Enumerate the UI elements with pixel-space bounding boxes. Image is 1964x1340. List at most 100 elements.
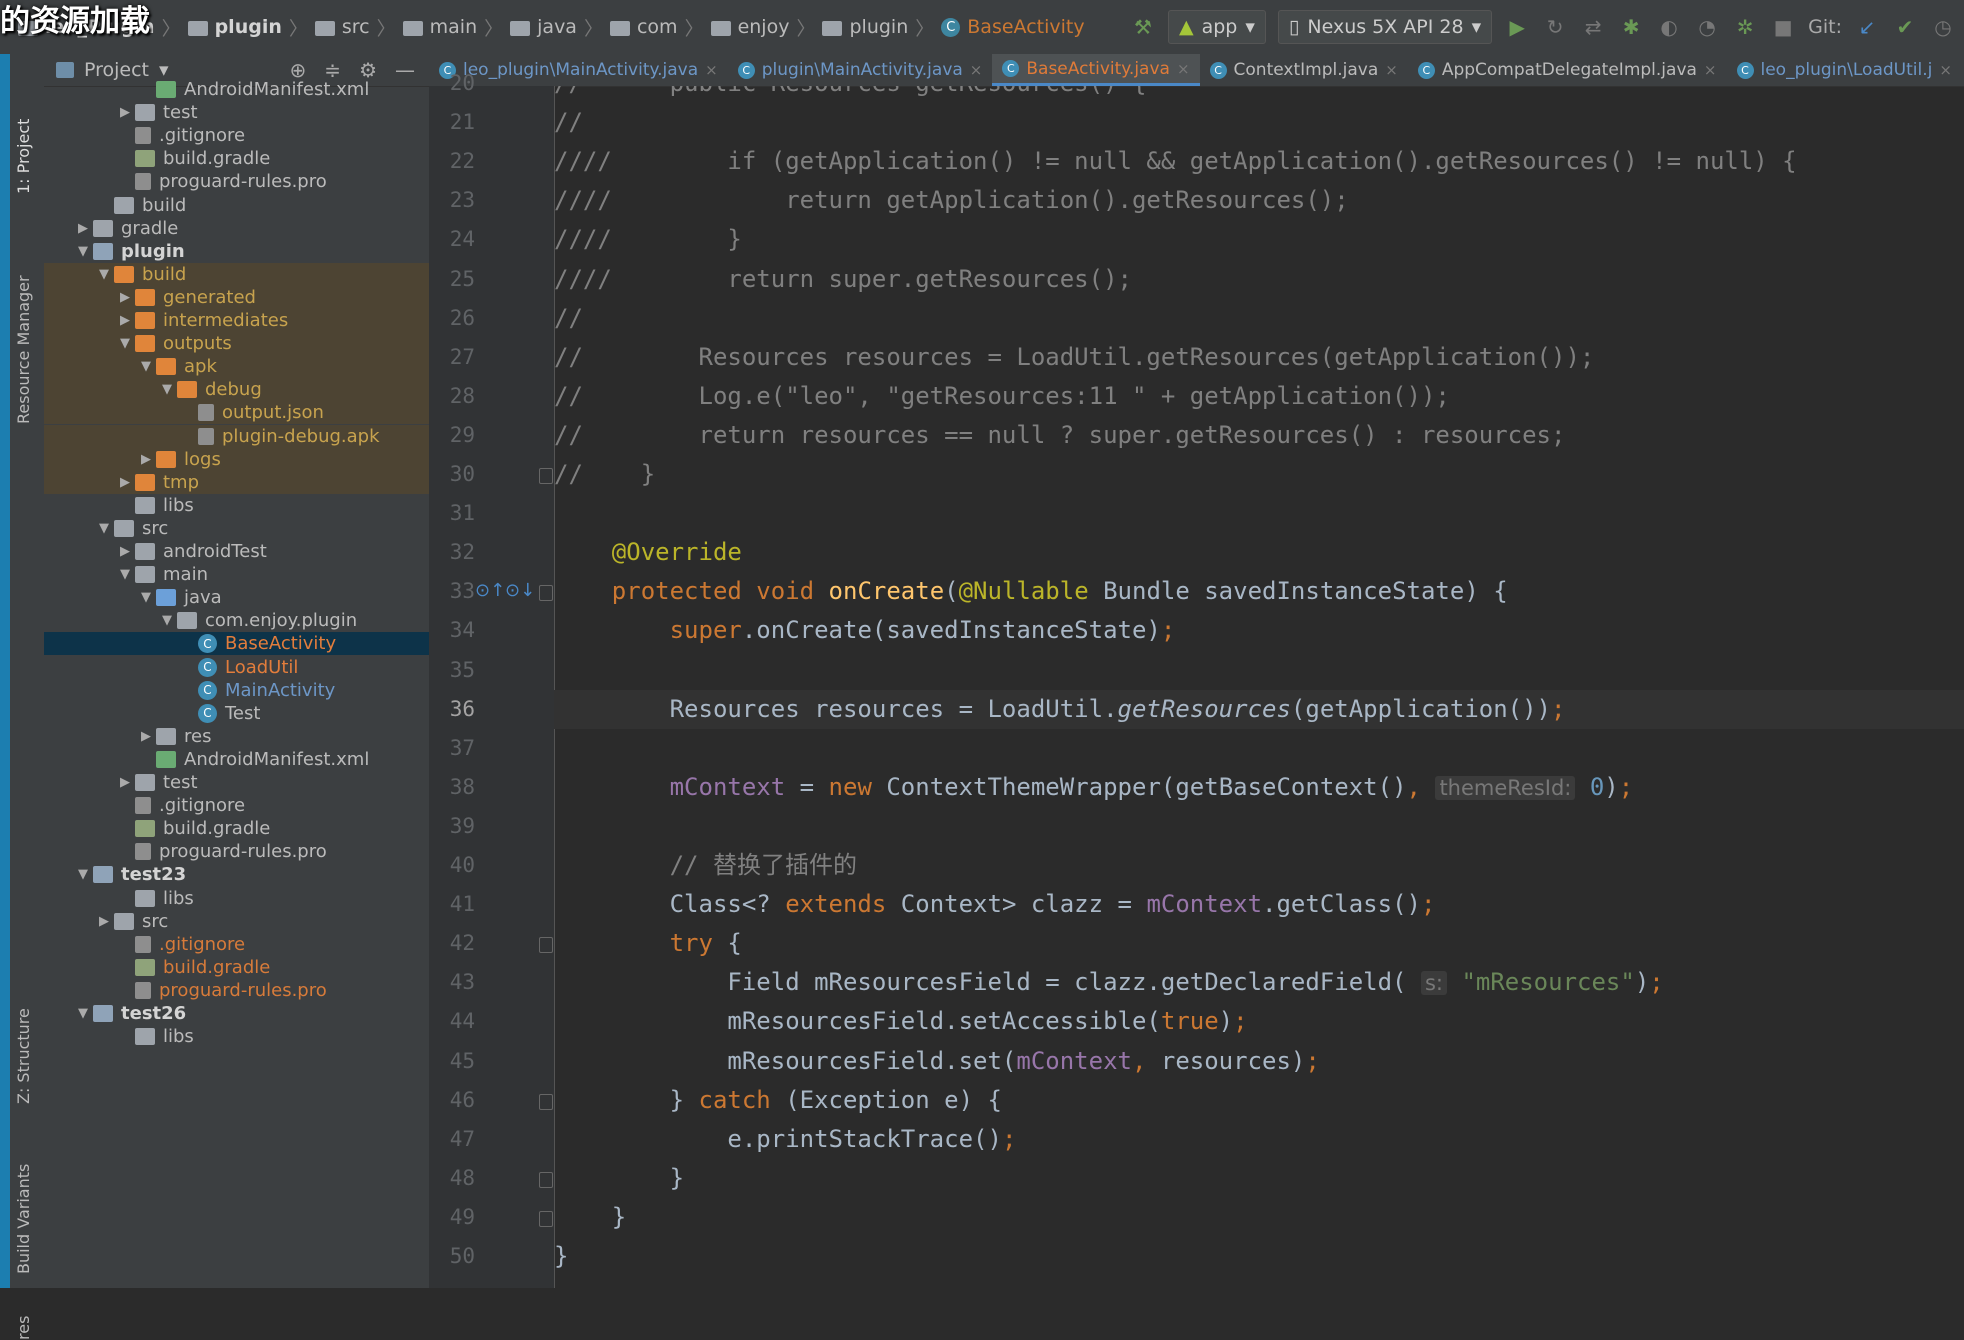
editor-tab[interactable]: C ContextImpl.java ×: [1200, 54, 1408, 86]
close-icon[interactable]: ×: [1939, 61, 1952, 79]
tree-item[interactable]: C MainActivity: [44, 679, 429, 702]
tree-item[interactable]: .gitignore: [44, 933, 429, 956]
expanded-arrow-icon[interactable]: ▼: [73, 867, 93, 882]
breadcrumb-item[interactable]: plugin: [818, 16, 912, 38]
code-line[interactable]: [554, 651, 1964, 690]
close-icon[interactable]: ×: [1704, 61, 1717, 79]
attach-debugger-icon[interactable]: ✲: [1732, 14, 1758, 40]
fold-marker-icon[interactable]: [539, 468, 553, 484]
tree-item[interactable]: .gitignore: [44, 794, 429, 817]
coverage-icon[interactable]: ◐: [1656, 14, 1682, 40]
tree-item[interactable]: ▼ test23: [44, 863, 429, 886]
collapsed-arrow-icon[interactable]: ▶: [115, 105, 135, 120]
implementation-marker-icon[interactable]: ⊙↓: [505, 580, 535, 601]
tree-item[interactable]: libs: [44, 887, 429, 910]
code-line[interactable]: mResourcesField.set(mContext, resources)…: [554, 1042, 1964, 1081]
fold-marker-icon[interactable]: [539, 1210, 553, 1227]
code-line[interactable]: }: [554, 1198, 1964, 1237]
apply-changes-icon[interactable]: ⇄: [1580, 14, 1606, 40]
code-line[interactable]: [554, 494, 1964, 533]
expanded-arrow-icon[interactable]: ▼: [157, 613, 177, 628]
collapsed-arrow-icon[interactable]: ▶: [115, 313, 135, 328]
fold-marker-icon[interactable]: [539, 1093, 553, 1110]
breadcrumb-item[interactable]: main: [399, 16, 481, 38]
code-line[interactable]: // Resources resources = LoadUtil.getRes…: [554, 338, 1964, 377]
tree-item[interactable]: ▼ plugin: [44, 240, 429, 263]
collapsed-arrow-icon[interactable]: ▶: [115, 290, 135, 305]
code-line[interactable]: //// if (getApplication() != null && get…: [554, 142, 1964, 181]
expanded-arrow-icon[interactable]: ▼: [136, 590, 156, 605]
override-marker-icon[interactable]: ⊙↑: [475, 580, 505, 601]
collapsed-arrow-icon[interactable]: ▶: [115, 475, 135, 490]
code-line[interactable]: @Override: [554, 533, 1964, 572]
tree-item[interactable]: libs: [44, 494, 429, 517]
run-config-select[interactable]: ▲ app ▾: [1167, 10, 1266, 44]
tree-item[interactable]: ▶ src: [44, 910, 429, 933]
tree-item[interactable]: ▼ build: [44, 262, 429, 286]
tree-item[interactable]: ▼ outputs: [44, 332, 429, 356]
tree-item[interactable]: AndroidManifest.xml: [44, 78, 429, 101]
code-line[interactable]: mContext = new ContextThemeWrapper(getBa…: [554, 768, 1964, 807]
expanded-arrow-icon[interactable]: ▼: [115, 567, 135, 582]
code-line[interactable]: mResourcesField.setAccessible(true);: [554, 1002, 1964, 1041]
breadcrumb-item[interactable]: plugin: [184, 16, 286, 38]
tree-item[interactable]: ▶ res: [44, 725, 429, 748]
tree-item[interactable]: ▼ test26: [44, 1002, 429, 1025]
resource-manager-tab[interactable]: Resource Manager: [14, 194, 42, 424]
tree-item[interactable]: AndroidManifest.xml: [44, 748, 429, 771]
expanded-arrow-icon[interactable]: ▼: [136, 359, 156, 374]
collapsed-arrow-icon[interactable]: ▶: [94, 914, 114, 929]
fold-marker-icon[interactable]: [539, 937, 553, 954]
tree-item[interactable]: output.json: [44, 401, 429, 425]
profile-icon[interactable]: ◔: [1694, 14, 1720, 40]
fold-marker-icon[interactable]: [539, 585, 553, 602]
tree-item[interactable]: ▼ com.enjoy.plugin: [44, 609, 429, 632]
code-line[interactable]: // Log.e("leo", "getResources:11 " + get…: [554, 377, 1964, 416]
expanded-arrow-icon[interactable]: ▼: [73, 244, 93, 259]
close-icon[interactable]: ×: [970, 61, 983, 79]
breadcrumb-item[interactable]: com: [606, 16, 682, 38]
device-select[interactable]: ▯ Nexus 5X API 28 ▾: [1277, 10, 1493, 44]
code-line[interactable]: }: [554, 1159, 1964, 1198]
tree-item[interactable]: ▶ generated: [44, 285, 429, 309]
tree-item[interactable]: build.gradle: [44, 147, 429, 170]
code-line[interactable]: // 替换了插件的: [554, 846, 1964, 885]
build-variants-tab[interactable]: Build Variants: [14, 1124, 42, 1274]
expanded-arrow-icon[interactable]: ▼: [115, 336, 135, 351]
git-commit-icon[interactable]: ✔: [1892, 14, 1918, 40]
tree-item[interactable]: ▶ test: [44, 101, 429, 124]
editor-tab[interactable]: Cleo_plugin\LoadUtil.j ×: [1727, 54, 1962, 86]
history-icon[interactable]: ◷: [1930, 14, 1956, 40]
tree-item[interactable]: ▼ debug: [44, 378, 429, 402]
code-line[interactable]: //// }: [554, 220, 1964, 259]
code-line[interactable]: [554, 807, 1964, 846]
tree-item[interactable]: ▼ java: [44, 586, 429, 609]
code-line[interactable]: super.onCreate(savedInstanceState);: [554, 611, 1964, 650]
close-icon[interactable]: ×: [1385, 61, 1398, 79]
code-line[interactable]: protected void onCreate(@Nullable Bundle…: [554, 572, 1964, 611]
tree-item[interactable]: ▶ intermediates: [44, 309, 429, 333]
code-line[interactable]: e.printStackTrace();: [554, 1120, 1964, 1159]
code-line[interactable]: // }: [554, 455, 1964, 494]
code-line[interactable]: // public Resources getResources() {: [554, 86, 1964, 103]
code-line[interactable]: //: [554, 299, 1964, 338]
tree-item[interactable]: proguard-rules.pro: [44, 840, 429, 863]
breadcrumb-item[interactable]: C BaseActivity: [937, 16, 1088, 38]
rerun-icon[interactable]: ↻: [1542, 14, 1568, 40]
git-update-icon[interactable]: ↙: [1854, 14, 1880, 40]
close-icon[interactable]: ×: [1177, 60, 1190, 78]
tree-item[interactable]: libs: [44, 1025, 429, 1048]
editor-tab[interactable]: Cplugin\MainActivity.java ×: [728, 54, 993, 86]
collapsed-arrow-icon[interactable]: ▶: [73, 221, 93, 236]
expanded-arrow-icon[interactable]: ▼: [157, 382, 177, 397]
code-line[interactable]: [554, 729, 1964, 768]
tree-item[interactable]: build.gradle: [44, 817, 429, 840]
tree-item[interactable]: ▶ tmp: [44, 470, 429, 494]
code-line[interactable]: //// return super.getResources();: [554, 260, 1964, 299]
code-line[interactable]: } catch (Exception e) {: [554, 1081, 1964, 1120]
collapsed-arrow-icon[interactable]: ▶: [115, 775, 135, 790]
tree-item[interactable]: ▼ apk: [44, 355, 429, 379]
tree-item[interactable]: build.gradle: [44, 956, 429, 979]
code-line[interactable]: // return resources == null ? super.getR…: [554, 416, 1964, 455]
expanded-arrow-icon[interactable]: ▼: [94, 267, 114, 282]
